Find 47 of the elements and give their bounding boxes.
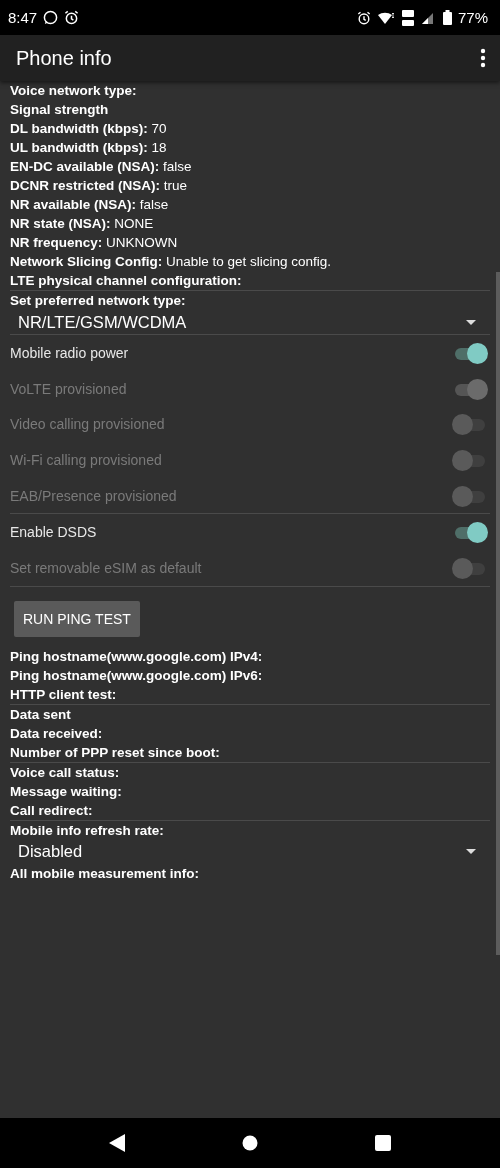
home-icon[interactable] — [242, 1135, 258, 1151]
battery-percent: 77% — [457, 9, 488, 26]
dropdown[interactable]: NR/LTE/GSM/WCDMA — [10, 310, 490, 334]
chat-bubble-icon — [43, 10, 59, 25]
toggle-label: Enable DSDS — [10, 524, 97, 541]
battery-icon — [442, 10, 452, 25]
info-line: Data received: — [10, 724, 104, 743]
run-ping-test-button[interactable]: RUN PING TEST — [14, 600, 140, 637]
dropdown[interactable]: Disabled — [10, 839, 490, 864]
alarm-icon — [356, 10, 371, 25]
toggle-label: Wi-Fi calling provisioned — [10, 451, 162, 468]
dropdown-caret-icon — [466, 849, 476, 855]
info-line: Number of PPP reset since boot: — [10, 743, 221, 762]
info-line: NR frequency: UNKNOWN — [10, 234, 179, 252]
info-line: NR available (NSA): false — [10, 196, 170, 214]
info-line: DCNR restricted (NSA): true — [10, 177, 189, 195]
info-line: HTTP client test: — [10, 685, 118, 704]
info-line: Message waiting: — [10, 782, 123, 801]
info-line: Voice network type: — [10, 82, 138, 100]
toggle-label: EAB/Presence provisioned — [10, 487, 177, 504]
toggle-label: Set removable eSIM as default — [10, 559, 202, 576]
info-line: Signal strength — [10, 101, 110, 119]
info-line: EN-DC available (NSA): false — [10, 158, 193, 176]
more-options-icon[interactable] — [480, 48, 486, 68]
select-label: Mobile info refresh rate: — [10, 821, 165, 840]
select-label: Set preferred network type: — [10, 292, 187, 310]
toggle-label: Video calling provisioned — [10, 416, 165, 433]
recents-icon[interactable] — [375, 1135, 392, 1151]
info-line: Call redirect: — [10, 801, 94, 820]
info-line: Ping hostname(www.google.com) IPv4: — [10, 647, 264, 666]
info-line: Ping hostname(www.google.com) IPv6: — [10, 666, 264, 685]
info-line: Voice call status: — [10, 763, 121, 782]
info-line: UL bandwidth (kbps): 18 — [10, 139, 168, 157]
dropdown-caret-icon — [466, 319, 476, 325]
back-icon[interactable] — [108, 1134, 125, 1152]
info-line: NR state (NSA): NONE — [10, 215, 155, 233]
status-time: 8:47 — [8, 9, 38, 26]
app-title: Phone info — [16, 46, 113, 70]
info-line: LTE physical channel configuration: — [10, 272, 243, 290]
info-line: DL bandwidth (kbps): 70 — [10, 120, 168, 138]
wifi-icon — [376, 10, 395, 25]
info-line: Network Slicing Config: Unable to get slicing config. — [10, 253, 333, 271]
toggle-label: VoLTE provisioned — [10, 380, 127, 397]
info-line: All mobile measurement info: — [10, 864, 201, 883]
alarm-icon — [64, 10, 80, 25]
info-line: Data sent — [10, 705, 72, 724]
toggle-label: Mobile radio power — [10, 344, 129, 361]
